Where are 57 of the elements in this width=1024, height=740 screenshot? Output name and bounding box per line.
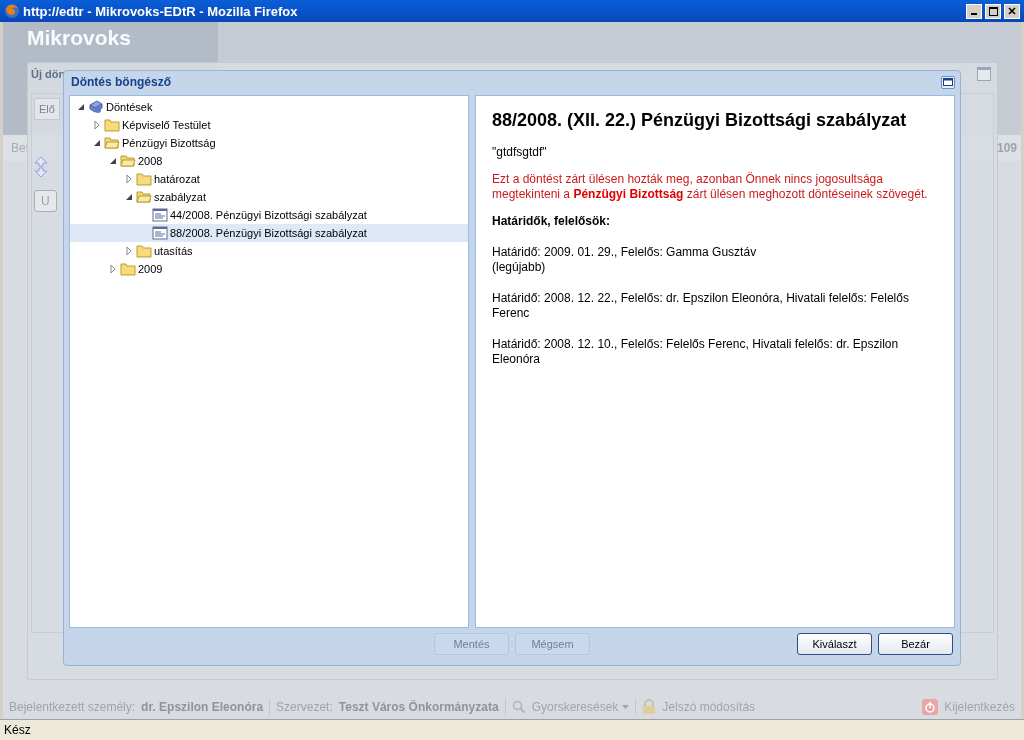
document-icon [152,226,168,240]
section-heading: Határidők, felelősök: [492,214,612,229]
window-title: http://edtr - Mikrovoks-EDtR - Mozilla Firefox [23,3,299,19]
open-folder-icon [120,154,136,168]
browser-logo-icon [4,3,20,19]
tree-item[interactable]: 2008 [70,152,468,170]
close-icon [1008,7,1016,15]
book-icon [88,99,104,115]
user-label: Bejelentkezett személy: [9,700,136,714]
minimize-button[interactable] [966,3,982,19]
user-name: dr. Epszilon Eleonóra [141,700,264,714]
folder-icon [120,262,136,276]
collapsed-arrow-icon[interactable] [124,174,134,184]
organization-name: Teszt Város Önkormányzata [338,700,499,714]
logo-text: Mikrovoks [27,26,131,49]
deadline-text: Határidő: 2008. 12. 10., Felelős: Felelős Ferenc, Hivatali felelős: dr. Epszilon Eleonóra [492,337,900,367]
tree-item[interactable]: szabályzat [70,188,468,206]
restore-button[interactable] [985,3,1001,19]
close-button[interactable] [1004,3,1020,19]
restore-icon [988,6,998,16]
open-folder-icon [136,190,152,204]
count-label: 109 [996,141,1017,155]
tree-item[interactable]: határozat [70,170,468,188]
deadline-text: Határidő: 2009. 01. 29., Felelős: Gamma Gusztáv [492,245,758,260]
collapsed-arrow-icon[interactable] [92,120,102,130]
maximize-icon [977,67,991,81]
dialog-button[interactable]: Kiválaszt [797,633,872,655]
power-icon [922,699,939,715]
tree-item[interactable]: utasítás [70,242,468,260]
tree-item[interactable]: Döntések [70,98,468,116]
search-icon [511,700,526,714]
folder-icon [136,172,152,186]
expanded-arrow-icon[interactable] [124,192,134,202]
document-heading: 88/2008. (XII. 22.) Pénzügyi Bizottsági szabályzat [492,110,908,131]
tree-item[interactable]: 88/2008. Pénzügyi Bizottsági szabályzat [70,224,468,242]
document-text: "gtdfsgtdf" [492,145,548,160]
caret-icon [622,705,630,709]
organization-label: Szervezet: [276,700,333,714]
expanded-arrow-icon[interactable] [76,102,86,112]
access-warning: Ezt a döntést zárt ülésen hozták meg, azonban Önnek nincs jogosultsága megtekinteni a Pénzügyi Bizottság zárt ülésen meghozott döntéseinek szövegét. [492,172,929,202]
dialog-button[interactable]: Bezár [878,633,953,655]
tree-item[interactable]: 44/2008. Pénzügyi Bizottsági szabályzat [70,206,468,224]
tree-item[interactable]: Képviselő Testület [70,116,468,134]
sort-arrows-icon [34,156,48,178]
open-folder-icon [104,136,120,150]
status-text: Kész [4,723,31,737]
deadline-note: (legújabb) [492,260,547,275]
tree-item[interactable]: Pénzügyi Bizottság [70,134,468,152]
document-icon [152,208,168,222]
lock-icon [642,699,657,715]
folder-icon [104,118,120,132]
maximize-icon [943,78,953,86]
tree-item[interactable]: 2009 [70,260,468,278]
folder-icon [136,244,152,258]
deadline-text: Határidő: 2008. 12. 22., Felelős: dr. Epszilon Eleonóra, Hivatali felelős: Felelős Ferenc [492,291,910,321]
maximize-button[interactable] [941,75,955,89]
dialog-title: Döntés böngésző [71,75,171,89]
